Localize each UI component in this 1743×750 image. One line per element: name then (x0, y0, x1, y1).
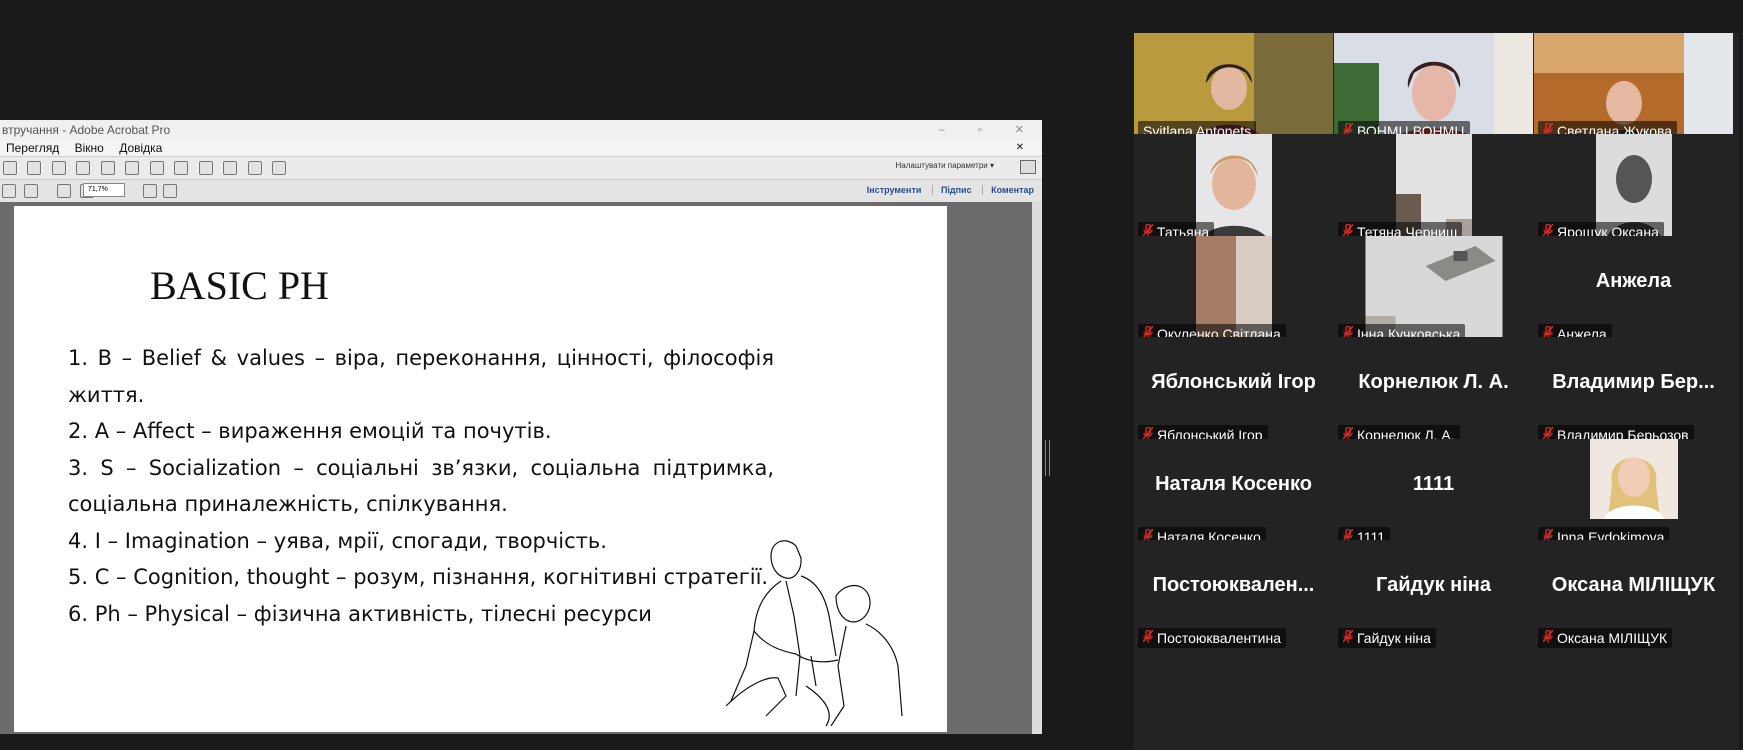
participant-name-label: Оксана МІЛІЩУК (1538, 628, 1673, 649)
mic-muted-icon (1542, 629, 1554, 649)
participant-tile[interactable]: Владимир Бер... Владимир Берьозов (1534, 337, 1733, 449)
participant-tile[interactable]: Светлана Жукова (1534, 33, 1733, 145)
participants-gallery: Svitlana Antonets ВОНМЦ ВОНМЦ Светлана Жук… (1134, 33, 1739, 750)
participant-display-name: 1111 (1412, 473, 1455, 495)
panel-resize-handle[interactable] (1045, 440, 1050, 476)
participant-display-name: Анжела (1595, 270, 1672, 292)
comment-link[interactable]: Коментар (982, 185, 1034, 195)
close-button[interactable]: ✕ (1015, 124, 1024, 136)
export-icon[interactable] (247, 161, 262, 175)
slide-list-item: 2. A – Affect – вираження емоцій та почу… (68, 419, 552, 443)
participant-tile[interactable]: 1111 1111 (1334, 439, 1533, 551)
slide-list-item: 3. S – Socialization – соціальні зв’язки… (68, 455, 774, 517)
hand-icon[interactable] (24, 184, 39, 198)
print-icon[interactable] (51, 161, 66, 175)
window-title: втручання - Adobe Acrobat Pro (2, 123, 171, 137)
mic-muted-icon (1342, 629, 1354, 649)
participant-tile[interactable]: Ярощук Оксана (1534, 134, 1733, 246)
participant-display-name: Оксана МІЛІЩУК (1551, 574, 1716, 596)
window-controls: – ▫ ✕ (909, 120, 1024, 140)
main-toolbar: Налаштувати параметри ▾ (0, 156, 1042, 179)
participant-video (1589, 439, 1678, 519)
participant-display-name: Постоюквален... (1152, 574, 1315, 596)
settings-icon[interactable] (125, 161, 140, 175)
participant-tile[interactable]: Інна Кучковська (1334, 236, 1533, 348)
stamp-icon[interactable] (198, 161, 213, 175)
slide-list-item: 6. Ph – Physical – фізична активність, т… (68, 601, 652, 626)
pages-icon[interactable] (223, 161, 238, 175)
participant-name-text: Оксана МІЛІЩУК (1557, 630, 1668, 646)
participant-name-label: Постоюквалентина (1138, 628, 1287, 649)
menu-window[interactable]: Вікно (75, 141, 104, 155)
tools-link[interactable]: Інструменти (867, 185, 922, 195)
participant-display-name: Корнелюк Л. А. (1358, 371, 1509, 393)
participant-tile[interactable]: Inna Evdokimova (1534, 439, 1733, 551)
document-close-icon[interactable]: ✕ (1016, 140, 1024, 156)
select-icon[interactable] (2, 184, 16, 198)
participant-tile[interactable]: Постоюквален... Постоюквалентина (1134, 540, 1333, 652)
acrobat-window: втручання - Adobe Acrobat Pro – ▫ ✕ Пере… (0, 120, 1042, 734)
participant-tile[interactable]: Гайдук ніна Гайдук ніна (1334, 540, 1533, 652)
email-icon[interactable] (100, 161, 115, 175)
people-sketch-drawing (726, 540, 903, 726)
menu-view[interactable]: Перегляд (6, 141, 59, 155)
zoom-input[interactable]: 71,7% (83, 183, 125, 197)
participant-display-name: Наталя Косенко (1155, 473, 1312, 495)
participant-tile[interactable]: Корнелюк Л. А. Корнелюк Л. А. (1334, 337, 1533, 449)
zoom-out-icon[interactable] (57, 184, 72, 198)
edit-icon[interactable] (76, 161, 91, 175)
open-icon[interactable] (3, 161, 17, 175)
comment-icon[interactable] (149, 161, 164, 175)
slide-list-item: 5. C – Cognition, thought – розум, пізна… (68, 565, 769, 589)
participant-name-text: Гайдук ніна (1357, 630, 1431, 646)
customize-settings-dropdown[interactable]: Налаштувати параметри ▾ (896, 161, 995, 170)
sign-link[interactable]: Підпис (931, 185, 972, 195)
fit-page-icon[interactable] (143, 184, 157, 198)
participant-tile[interactable]: Тетяна Черниш (1334, 134, 1533, 246)
acrobat-titlebar: втручання - Adobe Acrobat Pro – ▫ ✕ (0, 120, 1042, 140)
participant-tile[interactable]: ВОНМЦ ВОНМЦ (1334, 33, 1533, 145)
participant-tile[interactable]: Анжела Анжела (1534, 236, 1733, 348)
task-links: Інструменти Підпис Коментар (859, 185, 1034, 195)
participant-name-label: Гайдук ніна (1338, 628, 1436, 648)
vertical-scrollbar[interactable] (1032, 202, 1042, 734)
participant-display-name: Гайдук ніна (1376, 574, 1491, 596)
slide-list-item: 1. B – Belief & values – віра, переконан… (68, 346, 774, 407)
expand-icon[interactable] (1020, 160, 1036, 174)
highlight-icon[interactable] (174, 161, 189, 175)
participant-tile[interactable]: Яблонський Ігор Яблонський Ігор (1134, 337, 1333, 449)
slide-list: 1. B – Belief & values – віра, переконан… (68, 340, 774, 632)
slide-list-item: 4. I – Imagination – уява, мрії, спогади… (68, 528, 607, 553)
participant-tile[interactable]: Svitlana Antonets (1134, 33, 1333, 145)
mic-muted-icon (1142, 629, 1154, 649)
save-icon[interactable] (27, 161, 42, 175)
document-area: BASIC PH 1. B – Belief & values – віра, … (0, 202, 1042, 734)
pdf-page: BASIC PH 1. B – Belief & values – віра, … (14, 206, 947, 732)
participant-display-name: Яблонський Ігор (1151, 371, 1316, 393)
minimize-button[interactable]: – (939, 124, 945, 136)
participant-name-text: Постоюквалентина (1157, 630, 1282, 646)
menu-help[interactable]: Довідка (119, 141, 162, 155)
maximize-button[interactable]: ▫ (978, 124, 982, 136)
fit-width-icon[interactable] (163, 184, 177, 198)
participant-tile[interactable]: Оксана МІЛІЩУК Оксана МІЛІЩУК (1534, 540, 1733, 652)
participant-display-name: Владимир Бер... (1552, 371, 1715, 393)
pdf-icon[interactable] (271, 161, 286, 175)
participant-tile[interactable]: Окуленко Світлана (1134, 236, 1333, 348)
slide-title: BASIC PH (150, 263, 329, 308)
participant-tile[interactable]: Татьяна (1134, 134, 1333, 246)
view-toolbar: 71,7% Інструменти Підпис Коментар (0, 179, 1042, 203)
participant-tile[interactable]: Наталя Косенко Наталя Косенко (1134, 439, 1333, 551)
menu-bar: Перегляд Вікно Довідка ✕ (0, 140, 1042, 156)
